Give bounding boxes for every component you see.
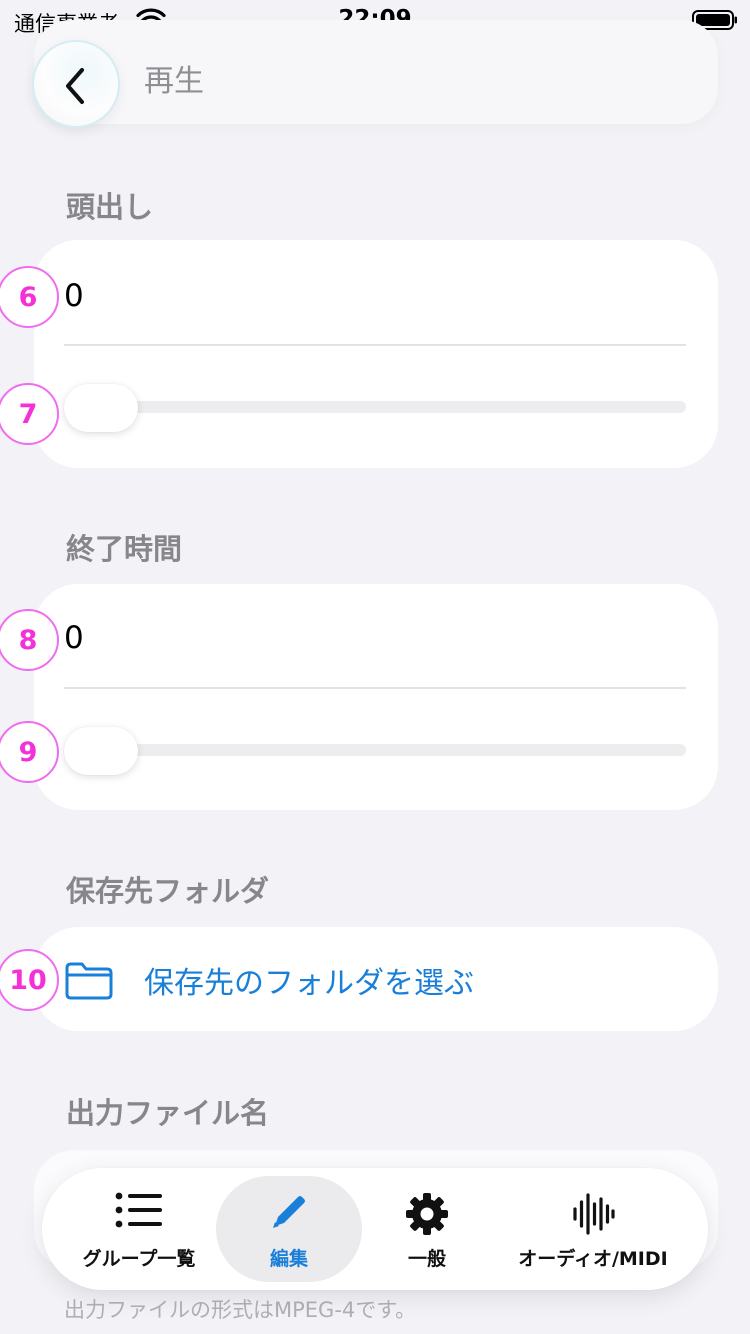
tab-audio-midi[interactable]: オーディオ/MIDI <box>508 1168 678 1290</box>
choose-folder-label: 保存先のフォルダを選ぶ <box>144 966 474 1001</box>
tab-bar: グループ一覧 編集 一般 オーディオ/MIDI <box>42 1168 708 1290</box>
gear-icon <box>406 1193 448 1235</box>
section-title-start: 頭出し <box>66 190 154 224</box>
tab-edit[interactable]: 編集 <box>216 1168 362 1290</box>
start-card <box>34 240 718 468</box>
end-divider <box>64 687 686 689</box>
annotation-badge: 8 <box>0 609 59 671</box>
section-title-end: 終了時間 <box>66 532 183 566</box>
tab-label: グループ一覧 <box>82 1248 196 1270</box>
end-card <box>34 584 718 810</box>
annotation-badge: 9 <box>0 721 59 783</box>
annotation-badge: 10 <box>0 949 59 1011</box>
output-format-note: 出力ファイルの形式はMPEG-4です。 <box>64 1298 417 1322</box>
tab-label: 一般 <box>407 1248 446 1270</box>
section-title-folder: 保存先フォルダ <box>66 874 270 908</box>
annotation-badge: 7 <box>0 383 59 445</box>
tab-label: オーディオ/MIDI <box>518 1248 668 1270</box>
end-value-field[interactable]: 0 <box>64 620 84 656</box>
tab-label: 編集 <box>269 1248 308 1270</box>
waveform-icon <box>573 1193 615 1235</box>
tab-group-list[interactable]: グループ一覧 <box>66 1168 212 1290</box>
start-slider[interactable] <box>64 401 686 413</box>
start-divider <box>64 344 686 346</box>
list-icon <box>115 1192 162 1228</box>
start-value-field[interactable]: 0 <box>64 278 84 314</box>
pencil-icon <box>273 1196 305 1228</box>
end-slider-thumb[interactable] <box>64 727 138 775</box>
end-slider[interactable] <box>64 744 686 756</box>
tab-general[interactable]: 一般 <box>354 1168 500 1290</box>
folder-icon <box>65 962 113 1000</box>
annotation-badge: 6 <box>0 266 59 328</box>
back-button[interactable] <box>32 40 120 128</box>
chevron-left-icon <box>66 68 84 104</box>
start-slider-thumb[interactable] <box>64 384 138 432</box>
header-bar <box>34 20 718 124</box>
page-title: 再生 <box>144 64 204 99</box>
section-title-output: 出力ファイル名 <box>66 1096 270 1130</box>
